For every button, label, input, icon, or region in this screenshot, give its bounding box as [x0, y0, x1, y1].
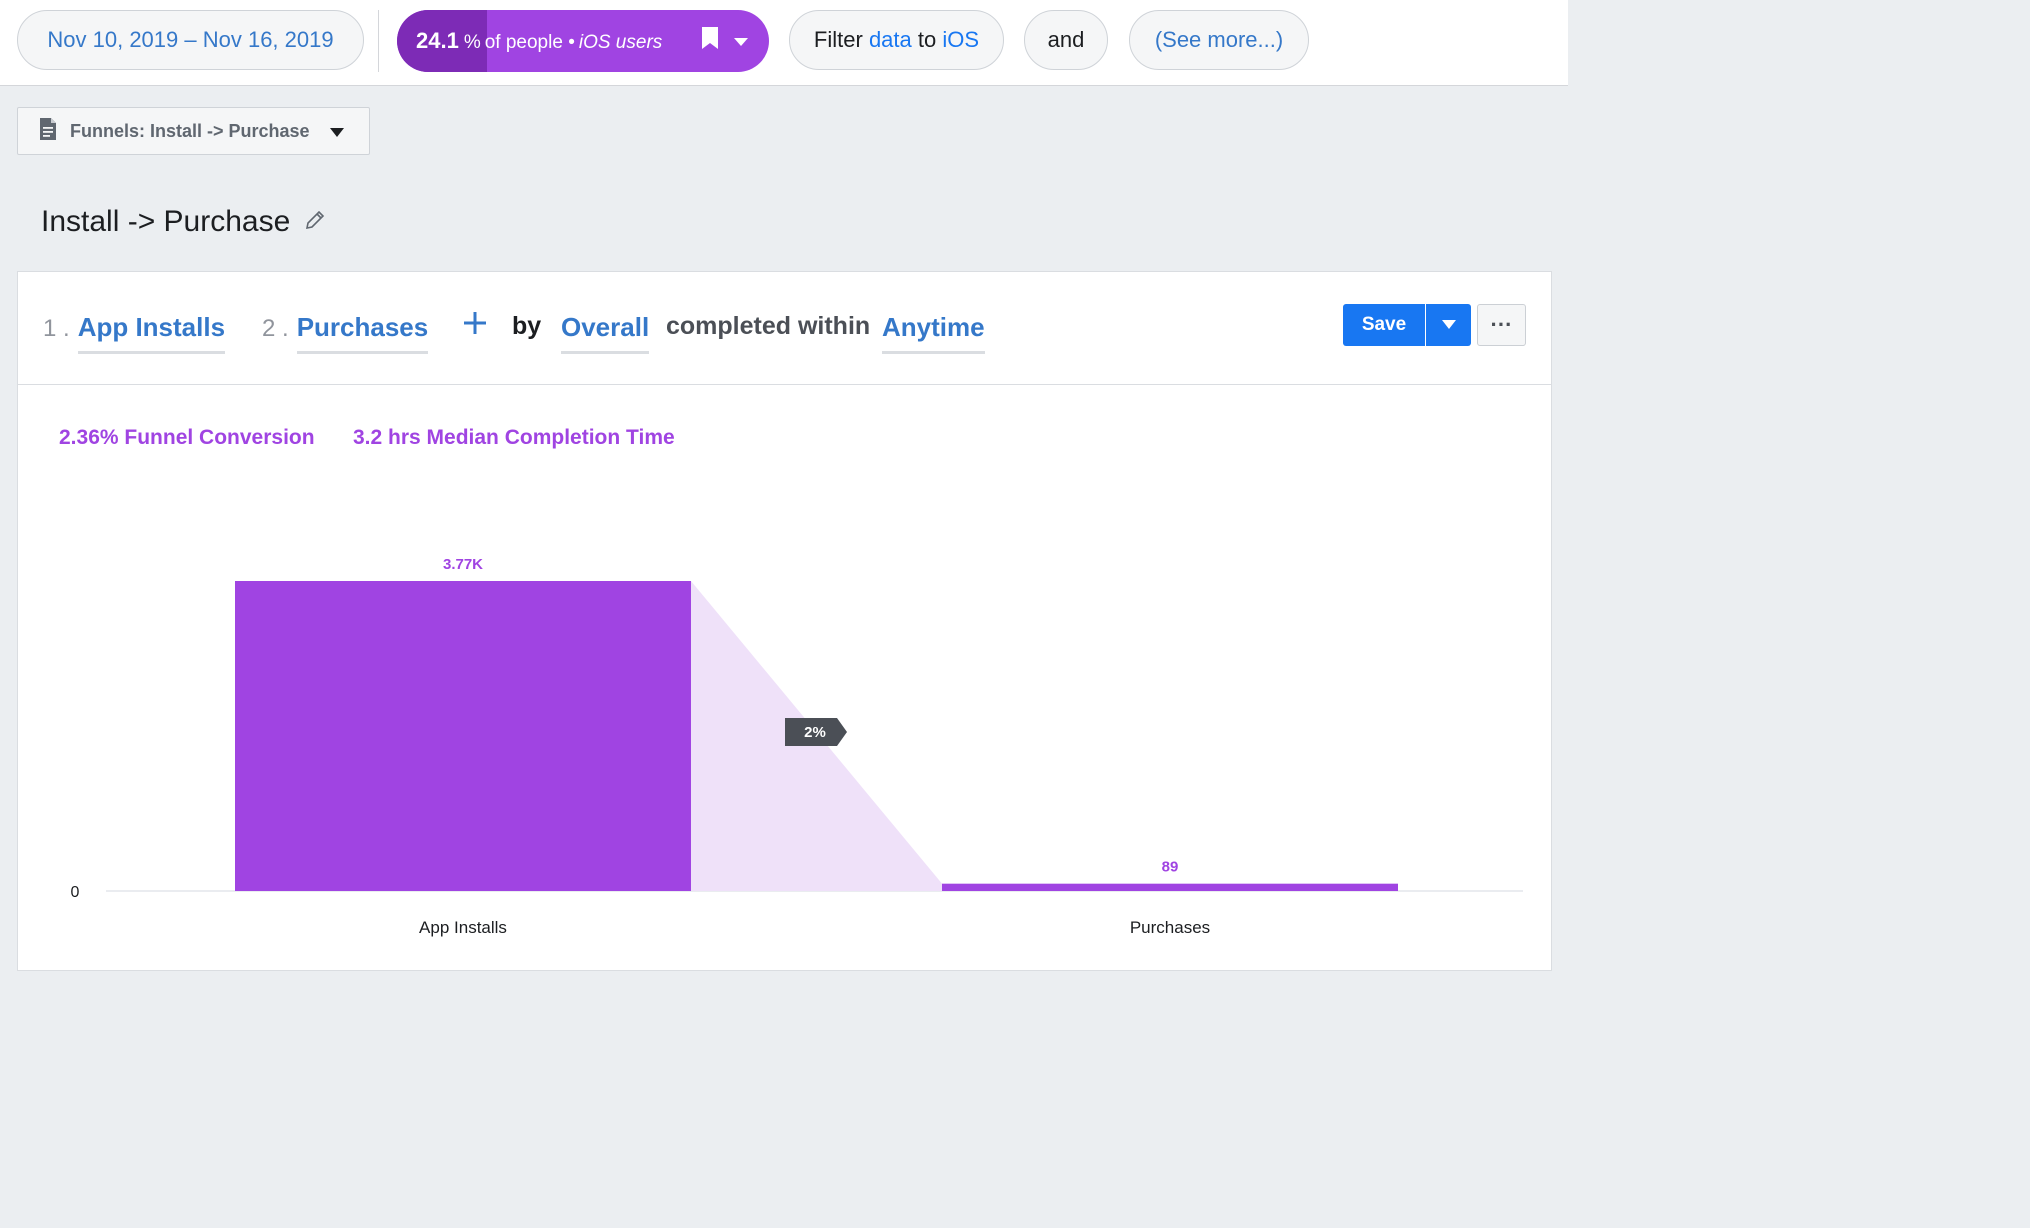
x-category-label: App Installs [419, 918, 507, 937]
pencil-edit-icon[interactable] [304, 205, 326, 239]
report-selector-label: Funnels: Install -> Purchase [70, 120, 310, 141]
funnel-bar[interactable] [942, 883, 1398, 891]
funnel-card: 1 . App Installs 2 . Purchases by Overal… [17, 271, 1552, 971]
divider [378, 10, 379, 72]
report-selector[interactable]: Funnels: Install -> Purchase [17, 107, 370, 155]
filter-prefix: Filter [813, 27, 863, 52]
conversion-rate-label: 2% [804, 724, 826, 741]
see-more-button[interactable]: (See more...) [1129, 10, 1309, 70]
chevron-down-icon[interactable] [733, 30, 749, 53]
segment-selector[interactable]: 24.1 % of people • iOS users [397, 10, 769, 72]
date-range-label: Nov 10, 2019 – Nov 16, 2019 [47, 27, 334, 52]
y-tick-label: 0 [71, 884, 80, 901]
and-label: and [1047, 27, 1085, 52]
segment-percent: 24.1 [416, 28, 459, 53]
filter-middle: to [917, 27, 937, 52]
filter-button[interactable]: Filter data to iOS [789, 10, 1004, 70]
date-range-picker[interactable]: Nov 10, 2019 – Nov 16, 2019 [17, 10, 364, 70]
page-title: Install -> Purchase [41, 205, 291, 238]
funnel-chart: 0 3.77K App Installs 89 Purchases 2% [71, 556, 1523, 937]
and-button[interactable]: and [1024, 10, 1108, 70]
segment-name: iOS users [578, 32, 663, 53]
bar-value-label: 89 [1162, 859, 1179, 876]
page-title-row: Install -> Purchase [41, 205, 326, 239]
document-icon [38, 117, 58, 146]
filter-data-link[interactable]: data [869, 27, 912, 53]
see-more-label: (See more...) [1154, 27, 1284, 52]
bookmark-icon[interactable] [701, 26, 719, 56]
chevron-down-icon [329, 121, 344, 142]
x-category-label: Purchases [1130, 918, 1210, 937]
segment-percent-unit: % [463, 32, 481, 53]
segment-label: of people • [484, 32, 575, 53]
top-filter-bar: Nov 10, 2019 – Nov 16, 2019 24.1 % of pe… [0, 0, 1568, 86]
bar-value-label: 3.77K [443, 556, 483, 573]
filter-ios-link[interactable]: iOS [942, 27, 979, 53]
funnel-bar[interactable] [235, 581, 691, 891]
